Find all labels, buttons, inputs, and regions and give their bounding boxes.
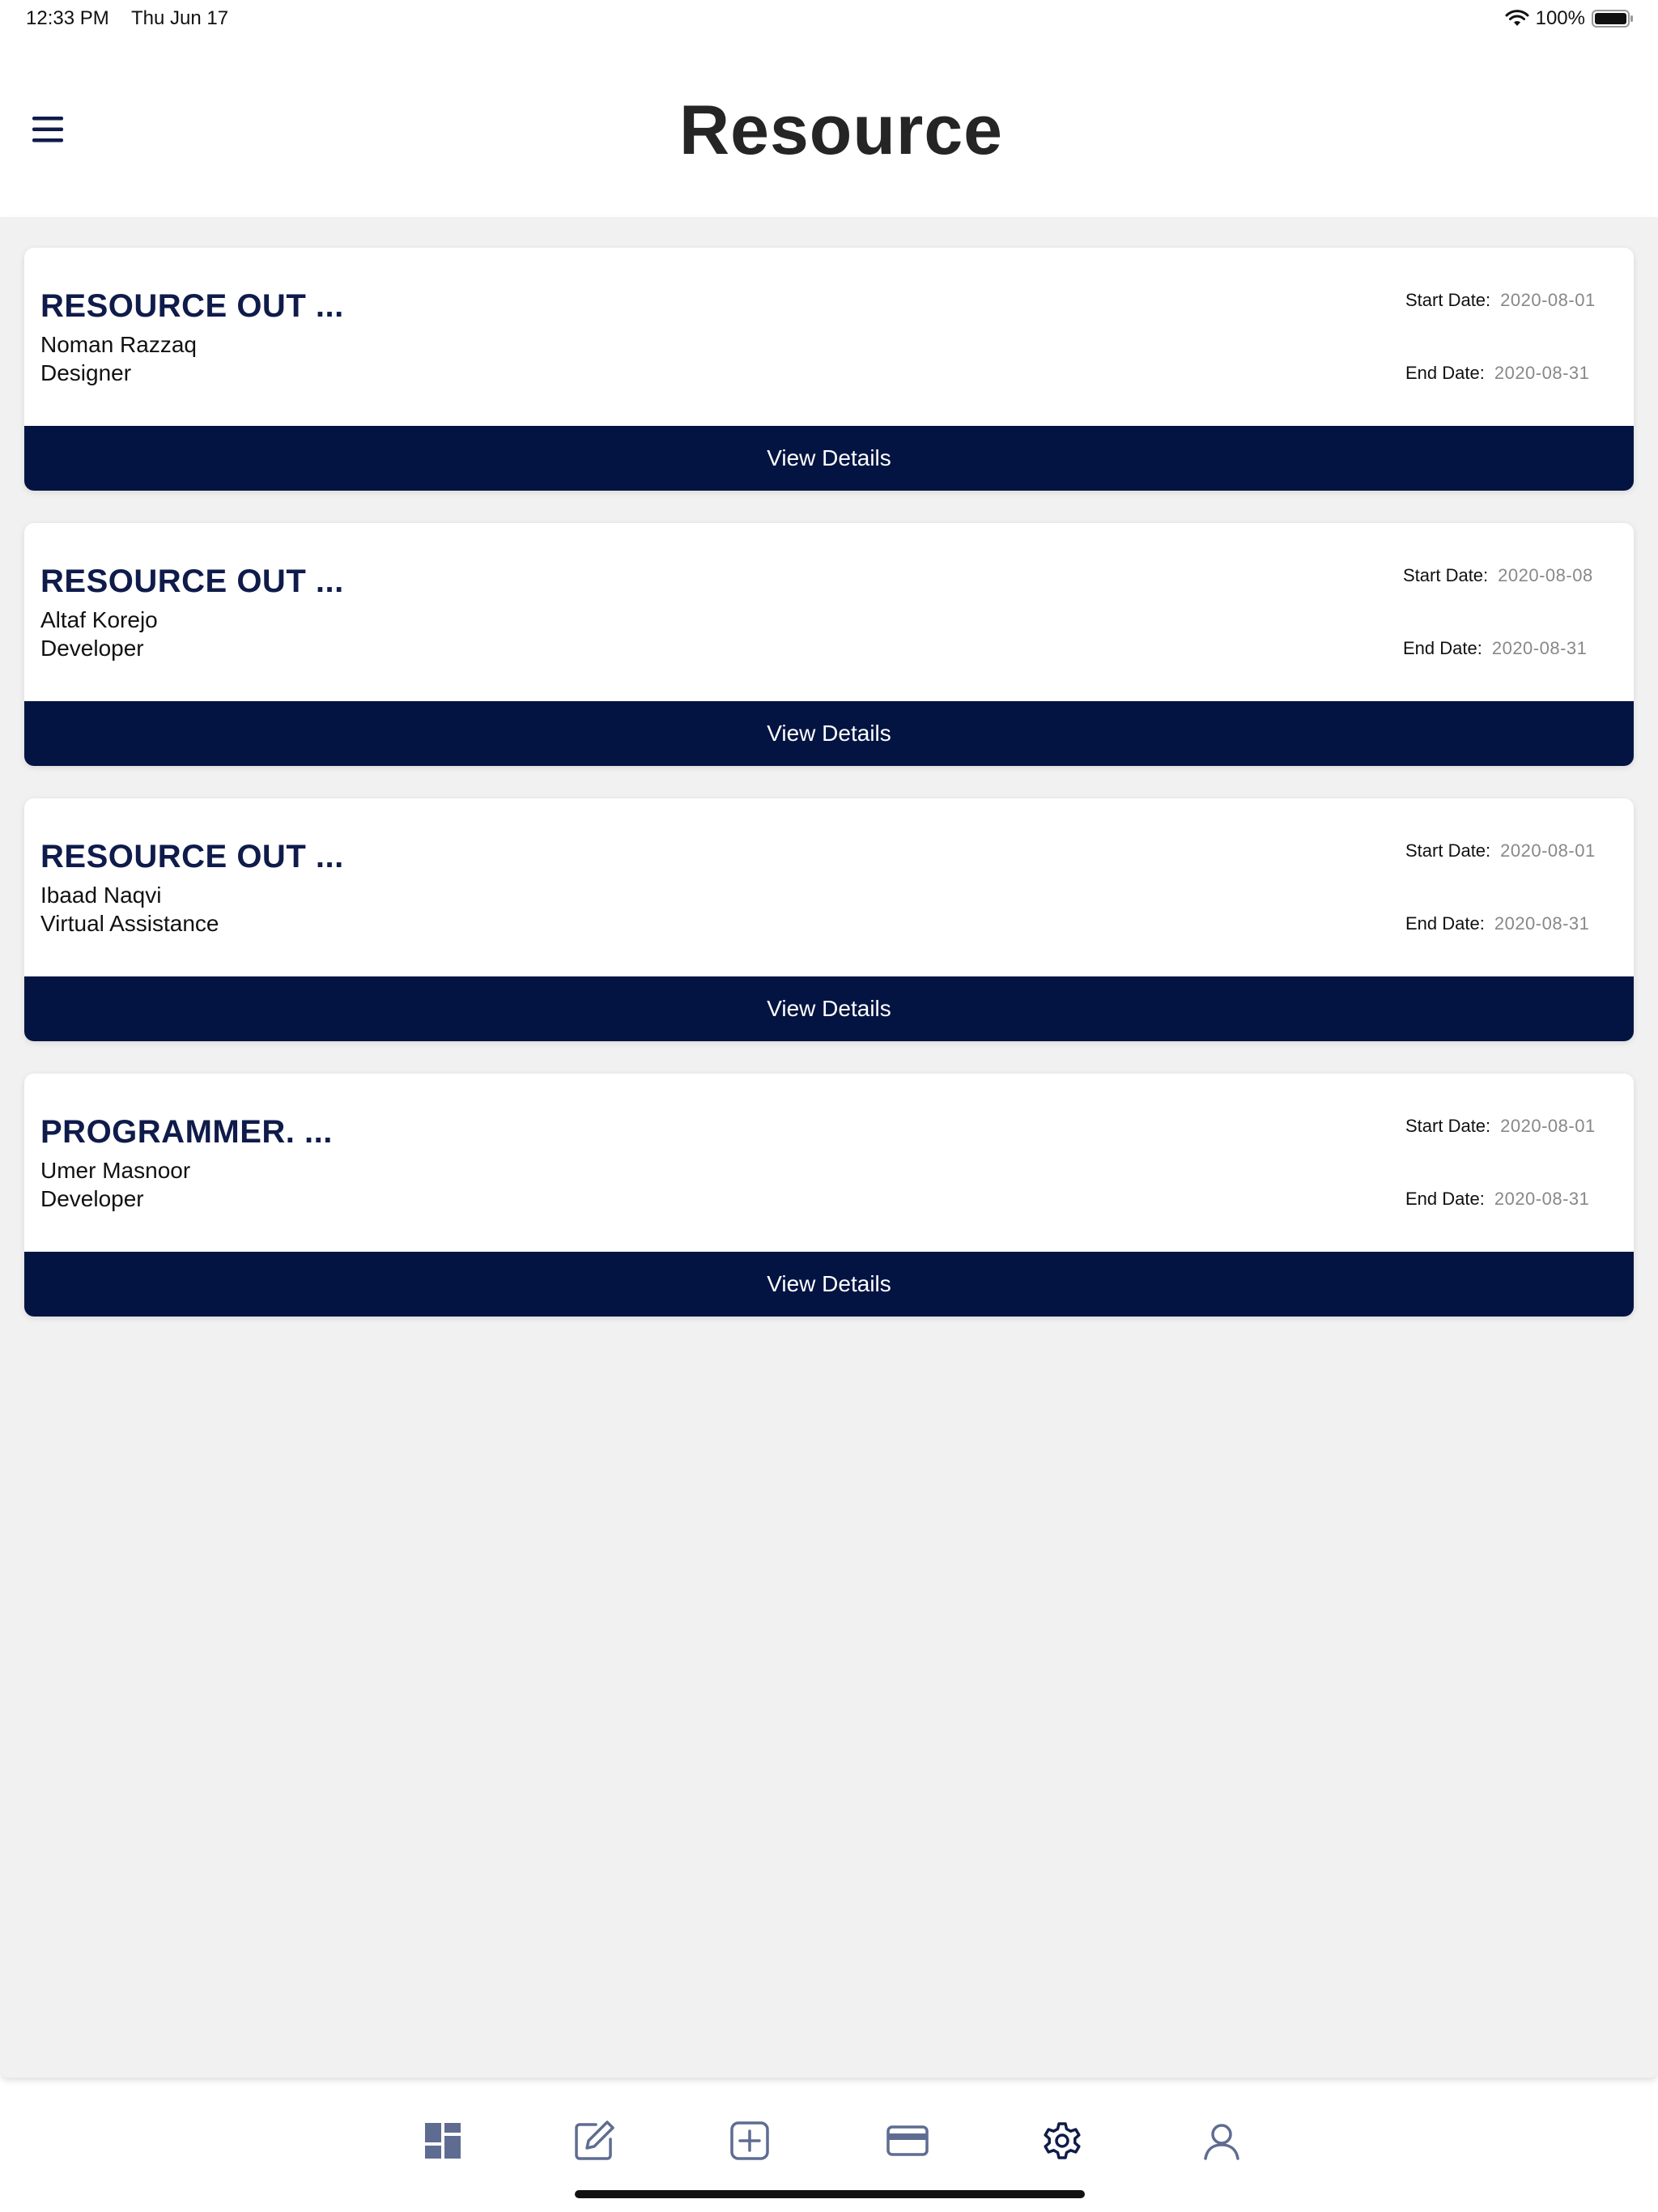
- card-person-name: Ibaad Naqvi: [40, 883, 162, 908]
- view-details-button[interactable]: View Details: [24, 976, 1634, 1041]
- battery-percent: 100%: [1535, 7, 1585, 29]
- card-title: RESOURCE OUT ...: [40, 564, 344, 599]
- card-role: Designer: [40, 360, 132, 385]
- end-date-row: End Date: 2020-08-31: [1403, 638, 1587, 659]
- end-date-label: End Date:: [1403, 638, 1482, 658]
- end-date-label: End Date:: [1405, 913, 1485, 934]
- start-date-row: Start Date: 2020-08-01: [1405, 840, 1596, 861]
- status-bar: 12:33 PM Thu Jun 17 100%: [0, 0, 1658, 39]
- view-details-button[interactable]: View Details: [24, 1252, 1634, 1317]
- credit-card-icon[interactable]: [885, 2118, 930, 2163]
- resource-card: PROGRAMMER. ... Umer Masnoor Developer S…: [24, 1074, 1634, 1317]
- card-person-name: Altaf Korejo: [40, 607, 158, 632]
- end-date-label: End Date:: [1405, 363, 1485, 383]
- dashboard-icon[interactable]: [420, 2118, 466, 2163]
- battery-icon: [1592, 10, 1633, 28]
- settings-icon[interactable]: [1039, 2118, 1085, 2163]
- view-details-button[interactable]: View Details: [24, 701, 1634, 766]
- card-role: Developer: [40, 636, 144, 661]
- end-date-value: 2020-08-31: [1494, 1189, 1590, 1209]
- card-title: RESOURCE OUT ...: [40, 839, 344, 874]
- add-square-icon[interactable]: [727, 2118, 772, 2163]
- card-role: Virtual Assistance: [40, 911, 219, 936]
- start-date-label: Start Date:: [1405, 290, 1491, 310]
- edit-icon[interactable]: [572, 2118, 617, 2163]
- status-indicators: 100%: [1505, 7, 1634, 30]
- home-indicator: [575, 2190, 1085, 2198]
- wifi-icon: [1505, 10, 1529, 26]
- resource-card: RESOURCE OUT ... Ibaad Naqvi Virtual Ass…: [24, 798, 1634, 1041]
- page-title: Resource: [679, 91, 1003, 169]
- start-date-label: Start Date:: [1405, 840, 1491, 861]
- end-date-row: End Date: 2020-08-31: [1405, 1189, 1589, 1210]
- resource-list: RESOURCE OUT ... Noman Razzaq Designer S…: [0, 217, 1658, 2078]
- card-title: RESOURCE OUT ...: [40, 288, 344, 324]
- card-role: Developer: [40, 1186, 144, 1211]
- start-date-row: Start Date: 2020-08-01: [1405, 290, 1596, 311]
- start-date-label: Start Date:: [1405, 1116, 1491, 1136]
- start-date-row: Start Date: 2020-08-08: [1403, 565, 1593, 586]
- status-time: 12:33 PM: [26, 7, 109, 29]
- end-date-value: 2020-08-31: [1494, 363, 1590, 383]
- card-person-name: Umer Masnoor: [40, 1158, 191, 1183]
- user-icon[interactable]: [1199, 2118, 1244, 2163]
- end-date-value: 2020-08-31: [1494, 913, 1590, 934]
- card-person-name: Noman Razzaq: [40, 332, 197, 357]
- card-title: PROGRAMMER. ...: [40, 1114, 333, 1150]
- start-date-value: 2020-08-01: [1500, 290, 1596, 310]
- start-date-value: 2020-08-08: [1498, 565, 1593, 585]
- start-date-value: 2020-08-01: [1500, 840, 1596, 861]
- start-date-row: Start Date: 2020-08-01: [1405, 1116, 1596, 1137]
- end-date-row: End Date: 2020-08-31: [1405, 363, 1589, 384]
- start-date-label: Start Date:: [1403, 565, 1489, 585]
- app-header: Resource: [0, 39, 1658, 217]
- status-date: Thu Jun 17: [131, 7, 229, 29]
- resource-card: RESOURCE OUT ... Altaf Korejo Developer …: [24, 523, 1634, 766]
- end-date-row: End Date: 2020-08-31: [1405, 913, 1589, 934]
- end-date-value: 2020-08-31: [1491, 638, 1588, 658]
- start-date-value: 2020-08-01: [1500, 1116, 1596, 1136]
- view-details-button[interactable]: View Details: [24, 426, 1634, 491]
- resource-card: RESOURCE OUT ... Noman Razzaq Designer S…: [24, 248, 1634, 491]
- end-date-label: End Date:: [1405, 1189, 1485, 1209]
